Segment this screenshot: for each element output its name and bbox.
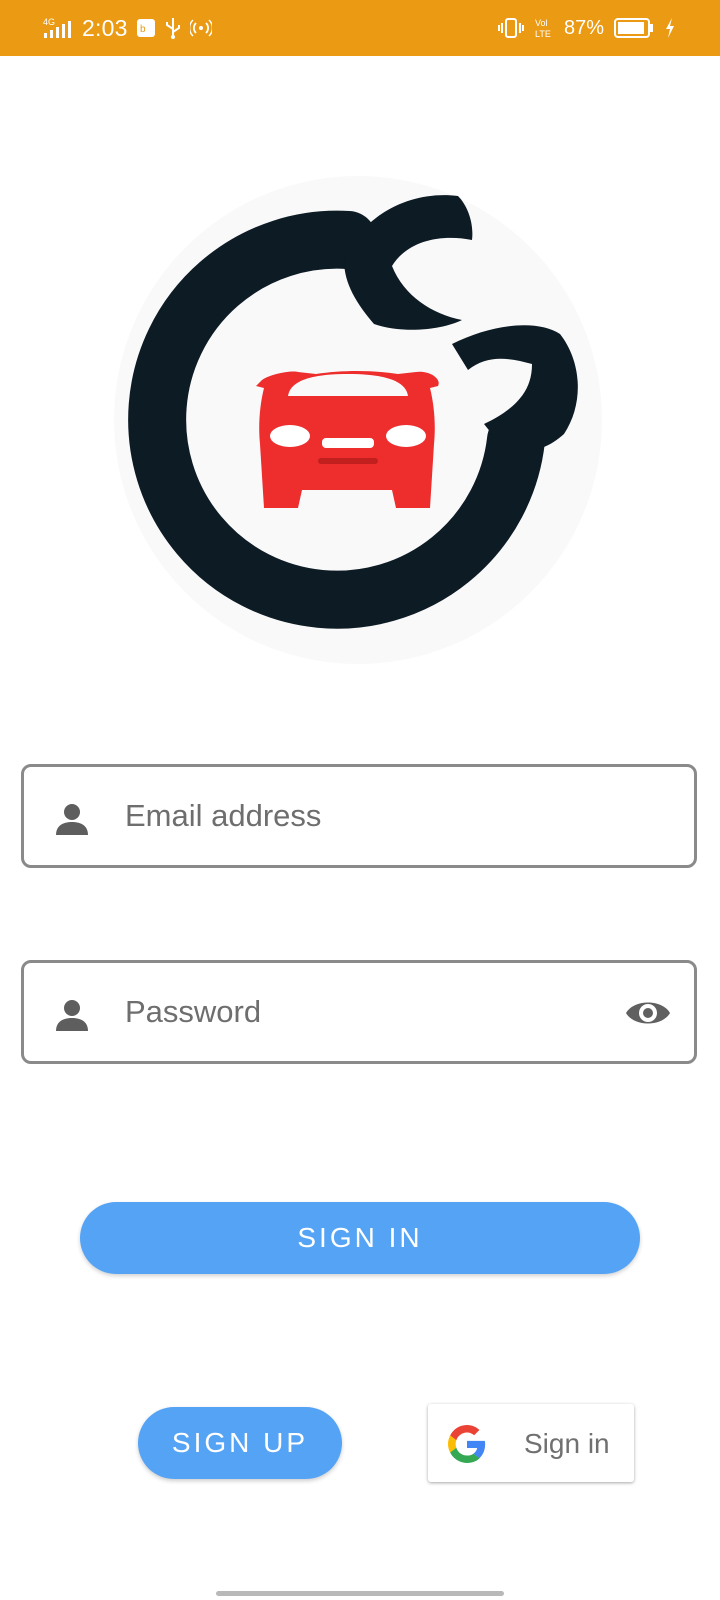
charging-icon: [664, 17, 676, 39]
google-g-icon: [448, 1425, 486, 1463]
password-placeholder: Password: [125, 994, 262, 1029]
person-icon: [54, 801, 90, 837]
person-icon: [54, 997, 90, 1033]
vibrate-icon: [497, 17, 524, 39]
svg-text:Vol: Vol: [535, 18, 548, 28]
home-indicator[interactable]: [216, 1591, 504, 1596]
hotspot-icon: [189, 18, 212, 38]
usb-icon: [164, 17, 182, 39]
car-icon: [256, 371, 439, 508]
svg-text:b: b: [140, 24, 146, 35]
eye-icon[interactable]: [624, 993, 672, 1033]
email-placeholder: Email address: [125, 798, 322, 833]
signal-icon: 4G: [42, 16, 74, 40]
sign-up-button[interactable]: SIGN UP: [138, 1407, 342, 1479]
volte-icon: Vol LTE: [534, 17, 554, 39]
google-sign-in-label: Sign in: [524, 1428, 610, 1459]
status-bar: 4G 2:03 b Vol LTE 87%: [0, 0, 720, 56]
svg-text:4G: 4G: [43, 17, 55, 27]
google-sign-in-button[interactable]: Sign in: [428, 1404, 634, 1482]
email-field[interactable]: Email address: [21, 764, 697, 868]
clock: 2:03: [82, 14, 128, 41]
status-bar-right: Vol LTE 87%: [497, 0, 676, 56]
notification-app-icon: b: [136, 18, 156, 38]
battery-icon: [614, 17, 654, 39]
sign-in-button[interactable]: SIGN IN: [80, 1202, 640, 1274]
svg-text:LTE: LTE: [535, 29, 551, 39]
status-bar-left: 4G 2:03 b: [42, 0, 212, 56]
password-field[interactable]: Password: [21, 960, 697, 1064]
app-logo: [112, 174, 604, 666]
battery-percent: 87%: [563, 16, 604, 39]
